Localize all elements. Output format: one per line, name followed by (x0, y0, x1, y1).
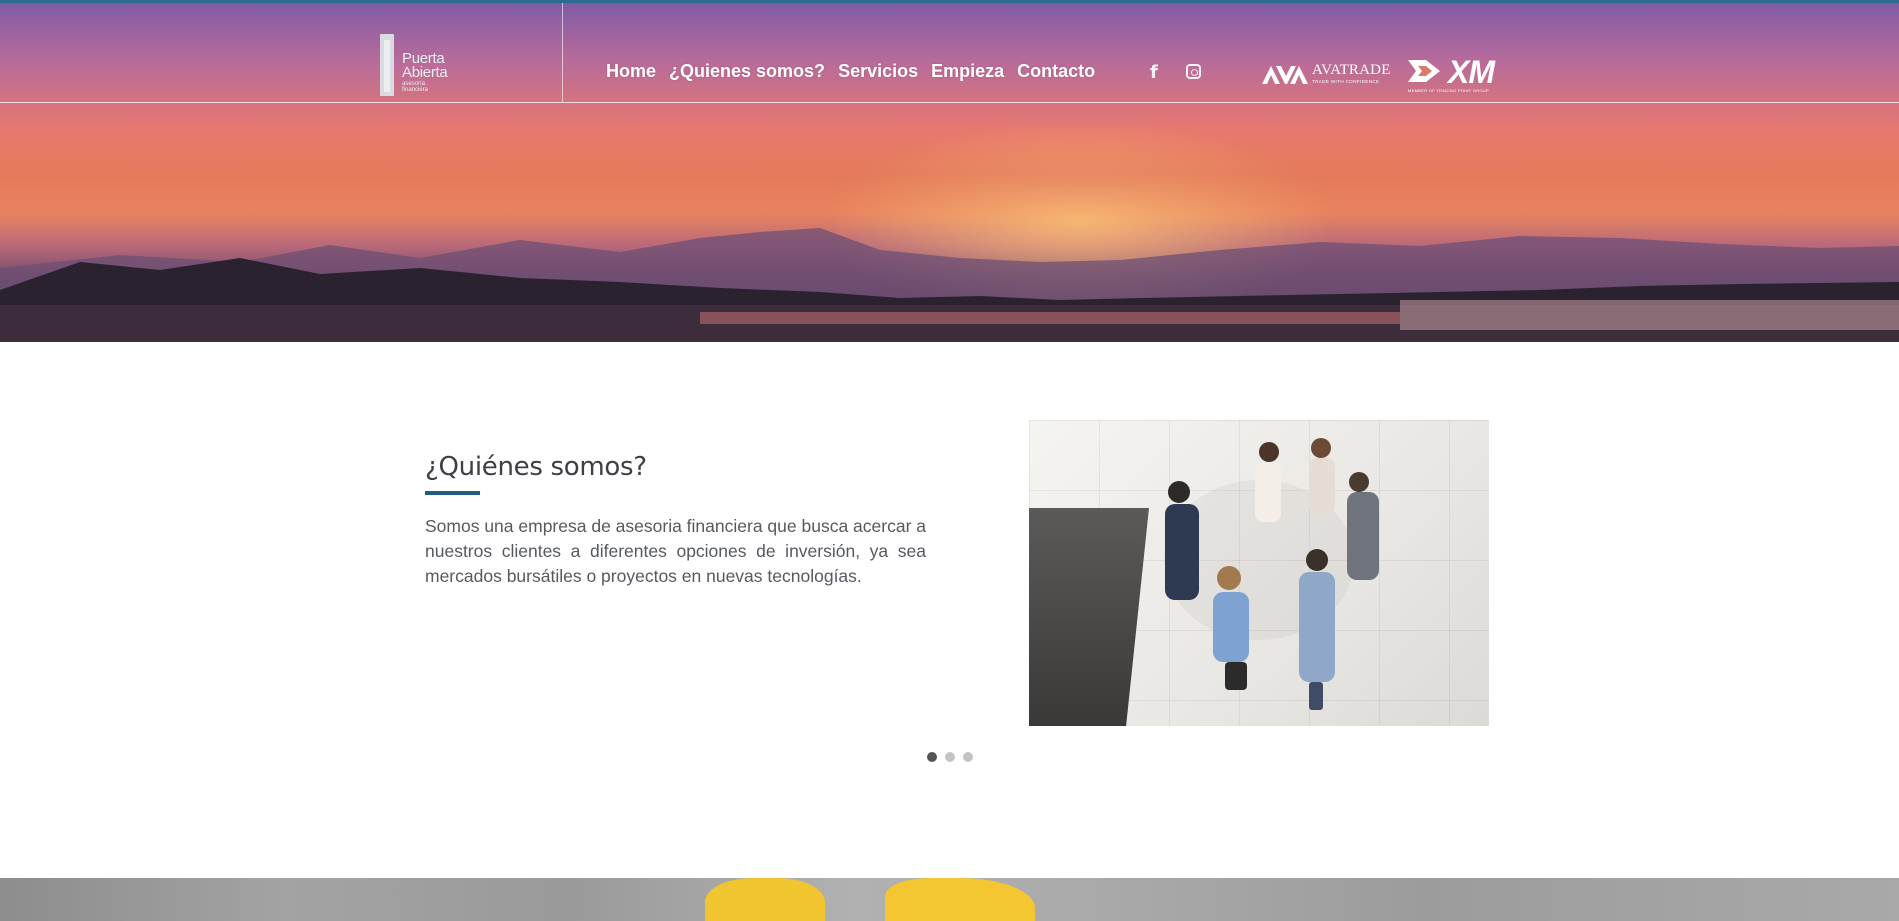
about-title: ¿Quiénes somos? (425, 452, 647, 482)
nav-contacto[interactable]: Contacto (1017, 61, 1095, 82)
mountain-landscape (0, 228, 1899, 342)
team-photo (1029, 420, 1489, 726)
carousel-indicators (927, 752, 973, 762)
xm-name: XM (1448, 54, 1495, 90)
logo-line-2: Abierta (402, 64, 448, 81)
xm-mark-icon (1408, 60, 1440, 82)
next-section-image (0, 878, 1899, 921)
nav-empieza[interactable]: Empieza (931, 61, 1004, 82)
title-underline (425, 491, 480, 495)
brand-logo[interactable]: Puerta Abierta asesoría financiera (380, 34, 460, 100)
hero-banner: Puerta Abierta asesoría financiera Home … (0, 0, 1899, 342)
people-illustration (1164, 438, 1379, 710)
carousel-dot-3[interactable] (963, 752, 973, 762)
avatrade-mark-icon (1262, 66, 1308, 84)
xm-logo[interactable]: XM MEMBER OF TRADING POINT GROUP (1406, 54, 1506, 96)
carousel-dot-1[interactable] (927, 752, 937, 762)
about-description: Somos una empresa de asesoria financiera… (425, 516, 926, 586)
nav-home[interactable]: Home (606, 61, 656, 82)
logo-sub-2: financiera (402, 87, 429, 93)
facebook-icon[interactable]: f (1150, 62, 1158, 83)
nav-servicios[interactable]: Servicios (838, 61, 918, 82)
avatrade-logo[interactable]: AVATRADE TRADE WITH CONFIDENCE (1262, 62, 1390, 88)
avatrade-name: AVATRADE (1312, 62, 1391, 78)
door-icon (380, 34, 394, 96)
xm-tagline: MEMBER OF TRADING POINT GROUP (1408, 88, 1490, 93)
carousel-dot-2[interactable] (945, 752, 955, 762)
logo-divider (562, 3, 563, 102)
header-divider (0, 102, 1899, 103)
top-accent-line (0, 0, 1899, 3)
avatrade-tagline: TRADE WITH CONFIDENCE (1312, 79, 1380, 84)
nav-quienes-somos[interactable]: ¿Quienes somos? (669, 61, 825, 82)
main-nav: Home ¿Quienes somos? Servicios Empieza C… (606, 61, 1095, 82)
instagram-icon[interactable] (1186, 64, 1201, 79)
